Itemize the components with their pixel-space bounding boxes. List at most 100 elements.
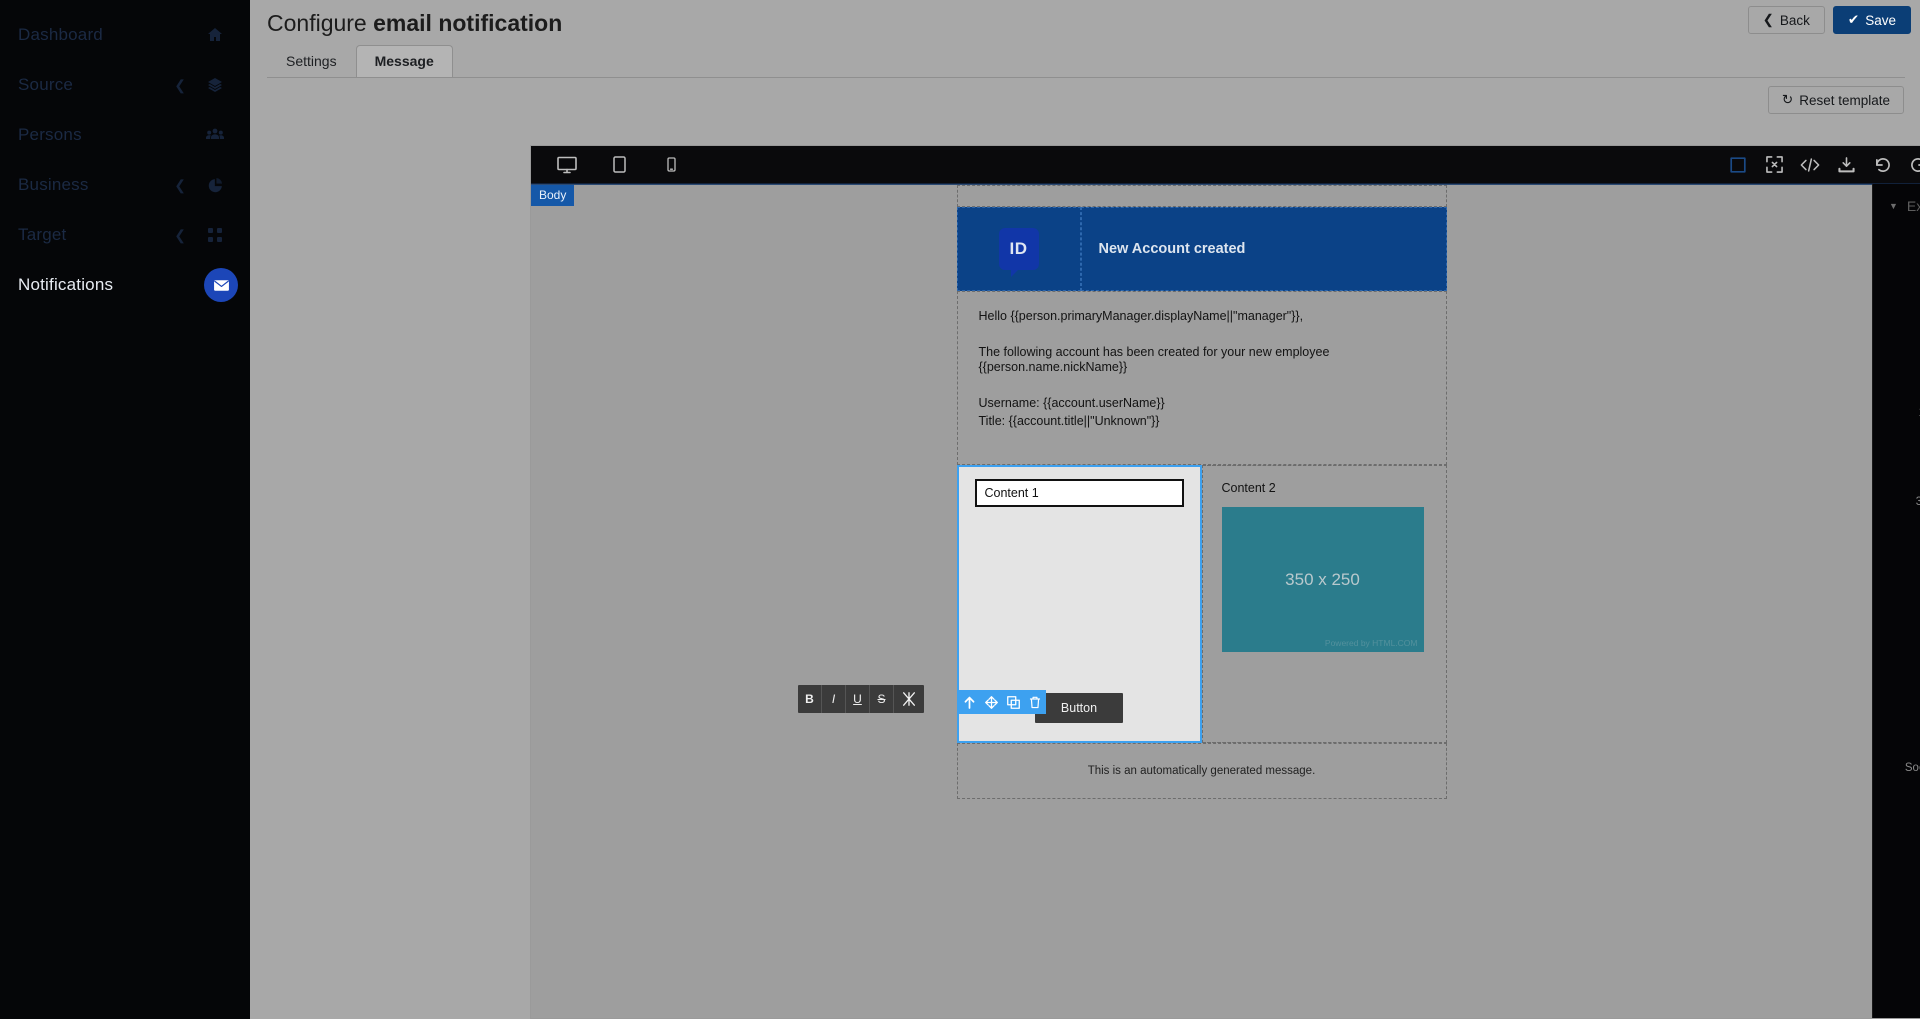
block-button[interactable]: Button: [1873, 524, 1920, 613]
redo-icon[interactable]: [1900, 150, 1920, 180]
email-editor: Body ID New Account created Hello {{pers…: [530, 145, 1920, 1019]
italic-label: I: [831, 692, 836, 706]
email-footer[interactable]: This is an automatically generated messa…: [956, 743, 1447, 800]
block-social-element[interactable]: Social Element: [1873, 702, 1920, 791]
sidebar-item-label: Notifications: [18, 275, 114, 294]
email-detail-line-blank: [979, 431, 1425, 445]
email-header-title-cell[interactable]: New Account created: [1080, 207, 1447, 291]
import-icon[interactable]: [1828, 150, 1864, 180]
copy-icon[interactable]: [1002, 695, 1024, 709]
save-button[interactable]: ✔ Save: [1832, 6, 1911, 34]
element-tools-toolbar: [958, 690, 1046, 714]
bold-label: B: [805, 692, 814, 706]
select-parent-icon[interactable]: [958, 696, 980, 709]
body-tag-badge: Body: [531, 185, 575, 206]
email-logo-cell[interactable]: ID: [956, 207, 1081, 291]
tab-label: Settings: [286, 53, 337, 69]
email-body-text[interactable]: Hello {{person.primaryManager.displayNam…: [956, 291, 1447, 466]
sidebar-item-label: Business: [18, 175, 89, 194]
email-top-spacer[interactable]: [956, 185, 1447, 207]
sidebar-item-dashboard[interactable]: Dashboard: [0, 10, 250, 60]
borders-toggle-icon[interactable]: [1720, 150, 1756, 180]
main-content: Configure email notification ❮ Back ✔ Sa…: [250, 0, 1920, 1019]
editor-body: Body ID New Account created Hello {{pers…: [531, 184, 1920, 1018]
reset-template-label: Reset template: [1799, 92, 1890, 108]
undo-icon[interactable]: [1864, 150, 1900, 180]
envelope-icon: [204, 268, 238, 302]
block-1-column[interactable]: 1 Column: [1873, 346, 1920, 435]
device-switcher: [541, 150, 689, 180]
page-title-prefix: Configure: [267, 10, 374, 36]
rich-text-toolbar: B I U S: [798, 685, 924, 713]
sidebar-item-label: Dashboard: [18, 25, 103, 44]
blocks-section-header[interactable]: ▼ Extra: [1873, 184, 1920, 214]
block-label: Social Element: [1904, 762, 1920, 774]
tab-settings[interactable]: Settings: [267, 45, 356, 78]
tab-label: Message: [374, 53, 434, 69]
tab-bar: Settings Message: [267, 44, 453, 78]
editor-canvas[interactable]: Body ID New Account created Hello {{pers…: [531, 184, 1872, 1018]
save-button-label: Save: [1865, 12, 1896, 28]
chevron-left-icon: ❮: [1762, 12, 1774, 27]
mobile-view-icon[interactable]: [653, 150, 689, 180]
chevron-left-icon: ❮: [174, 77, 186, 93]
brand-logo-text: ID: [1009, 239, 1028, 258]
email-header-title: New Account created: [1098, 241, 1246, 257]
email-column-right-inner: Content 2 350 x 250 Powered by HTML.COM: [1202, 465, 1447, 677]
reset-template-row: ↻ Reset template: [1767, 86, 1904, 114]
clear-formatting-icon[interactable]: [894, 685, 924, 713]
chevron-left-icon: ❮: [174, 177, 186, 193]
block-divider[interactable]: Divider: [1873, 613, 1920, 702]
sidebar-item-target[interactable]: Target ❮: [0, 210, 250, 260]
image-placeholder-size: 350 x 250: [1285, 569, 1360, 589]
sidebar-item-persons[interactable]: Persons: [0, 110, 250, 160]
tablet-view-icon[interactable]: [601, 150, 637, 180]
email-column-right[interactable]: Content 2 350 x 250 Powered by HTML.COM: [1201, 465, 1447, 744]
reset-template-button[interactable]: ↻ Reset template: [1767, 86, 1904, 114]
desktop-view-icon[interactable]: [549, 150, 585, 180]
email-paragraph: The following account has been created f…: [978, 345, 1330, 374]
email-column-left-inner: Content 1: [957, 465, 1202, 677]
blocks-section-title: Extra: [1906, 198, 1920, 214]
content-1-text-editor[interactable]: Content 1: [974, 479, 1184, 508]
email-header-row[interactable]: ID New Account created: [956, 207, 1447, 291]
sidebar-item-business[interactable]: Business ❮: [0, 160, 250, 210]
delete-icon[interactable]: [1024, 696, 1046, 709]
bold-button[interactable]: B: [798, 685, 822, 713]
content-2-text[interactable]: Content 2: [1222, 481, 1427, 495]
email-cta-button[interactable]: Button: [1034, 693, 1124, 724]
block-navbar[interactable]: Navbar: [1873, 791, 1920, 880]
strikethrough-button[interactable]: S: [870, 685, 894, 713]
grid-icon: [202, 228, 228, 242]
back-button-label: Back: [1779, 12, 1810, 28]
underline-button[interactable]: U: [846, 685, 870, 713]
sidebar: Dashboard Source ❮ Persons Business ❮ Ta…: [0, 0, 250, 1019]
email-detail-line: Username: {{account.userName}}: [978, 396, 1165, 411]
tab-divider: [267, 77, 1905, 78]
sidebar-item-notifications[interactable]: Notifications: [0, 260, 250, 310]
back-button[interactable]: ❮ Back: [1747, 6, 1825, 34]
tab-message[interactable]: Message: [355, 45, 453, 78]
block-label: 3 Columns: [1916, 496, 1920, 508]
check-icon: ✔: [1847, 12, 1860, 27]
block-3-columns[interactable]: 3 Columns: [1873, 435, 1920, 524]
email-image-placeholder[interactable]: 350 x 250 Powered by HTML.COM: [1221, 507, 1424, 653]
code-view-icon[interactable]: [1792, 150, 1828, 180]
home-icon: [202, 27, 228, 43]
sidebar-item-source[interactable]: Source ❮: [0, 60, 250, 110]
pie-chart-icon: [202, 177, 228, 193]
email-detail-line: Title: {{account.title||"Unknown"}}: [978, 413, 1160, 428]
page-title: Configure email notification: [267, 10, 562, 37]
page-title-strong: email notification: [373, 10, 563, 36]
canvas-frame: Body ID New Account created Hello {{pers…: [531, 185, 1872, 1018]
header-actions: ❮ Back ✔ Save: [1747, 6, 1911, 34]
layers-icon: [202, 77, 228, 93]
editor-actions: [1720, 150, 1920, 180]
sidebar-item-label: Source: [18, 75, 74, 94]
block-custom-code[interactable]: Custom Code: [1873, 214, 1920, 346]
sidebar-item-label: Persons: [18, 125, 82, 144]
fullscreen-icon[interactable]: [1756, 150, 1792, 180]
italic-button[interactable]: I: [822, 685, 846, 713]
move-icon[interactable]: [980, 695, 1002, 709]
email-footer-text: This is an automatically generated messa…: [1087, 765, 1316, 778]
